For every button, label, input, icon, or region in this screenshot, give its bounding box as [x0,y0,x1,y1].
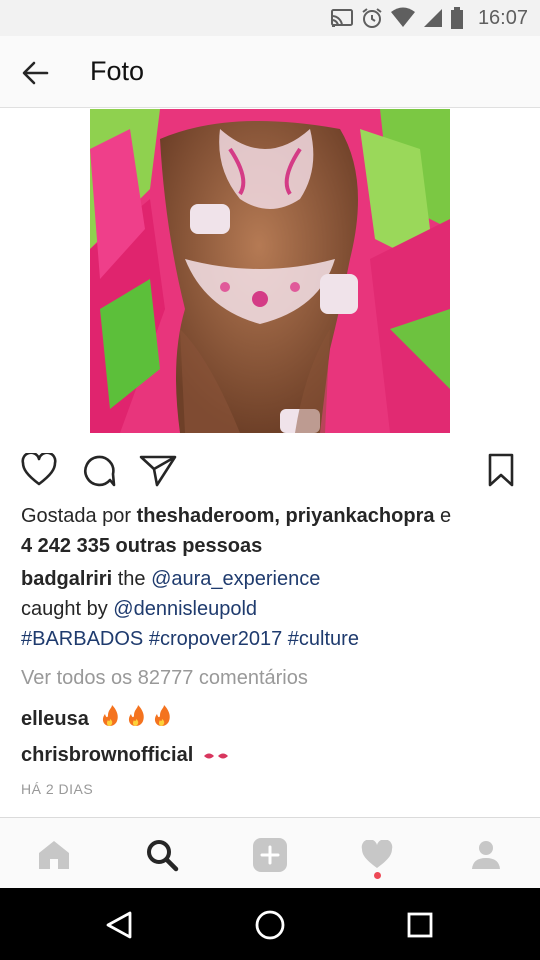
cast-icon [330,8,354,28]
post-photo[interactable] [90,109,450,433]
search-icon [147,840,179,872]
caption-line-1: badgalriri the @aura_experience [21,566,320,592]
bookmark-button[interactable] [481,450,521,490]
fire-emoji-icon [100,704,172,735]
notification-dot [374,872,381,879]
share-icon [139,455,177,487]
view-all-comments-link[interactable]: Ver todos os 82777 comentários [21,665,308,691]
heart-icon [21,453,57,486]
add-icon [253,838,287,872]
nav-home[interactable] [31,832,77,878]
likes-prefix: Gostada por [21,505,137,527]
comment-row: chrisbrownofficial [21,742,229,769]
likes-count[interactable]: 4 242 335 outras pessoas [21,533,262,559]
comment-row: elleusa [21,704,172,735]
caption-mention-2[interactable]: @dennisleupold [113,598,257,620]
alarm-icon [360,6,384,30]
arrow-left-icon [22,61,49,85]
system-nav-bar [0,888,540,960]
home-circle-icon [255,910,285,940]
comment-icon [84,455,116,487]
nav-search[interactable] [139,832,185,878]
nav-add[interactable] [247,832,293,878]
recents-square-icon [407,912,433,938]
comment-button[interactable] [78,450,118,490]
system-back-button[interactable] [100,906,138,944]
post-timestamp: HÁ 2 DIAS [21,781,94,797]
back-button[interactable] [18,56,52,90]
likes-users[interactable]: theshaderoom, priyankachopra [137,505,435,527]
share-button[interactable] [138,450,178,490]
status-bar: 16:07 [0,0,540,36]
bookmark-icon [488,453,514,487]
caption-mention-1[interactable]: @aura_experience [151,568,320,590]
caption-username[interactable]: badgalriri [21,568,112,590]
battery-icon [450,6,464,30]
system-recents-button[interactable] [401,906,439,944]
lips-emoji-icon [203,743,229,769]
caption-line-2: caught by @dennisleupold [21,596,257,622]
nav-profile[interactable] [463,832,509,878]
signal-icon [422,7,444,29]
page-title: Foto [90,56,145,86]
likes-line: Gostada por theshaderoom, priyankachopra… [21,503,451,529]
back-triangle-icon [106,911,132,939]
comment-username[interactable]: elleusa [21,708,89,730]
activity-heart-icon [361,840,393,868]
status-icons: 16:07 [330,0,528,36]
app-header: Foto [0,36,540,108]
bottom-nav [0,817,540,888]
wifi-icon [390,7,416,29]
caption-text-2: caught by [21,598,114,620]
system-home-button[interactable] [251,906,289,944]
caption-hashtags[interactable]: #BARBADOS #cropover2017 #culture [21,626,359,652]
likes-joiner: e [434,505,452,527]
action-row [0,448,540,492]
caption-text-1: the [112,568,152,590]
profile-icon [472,841,500,869]
comment-username[interactable]: chrisbrownofficial [21,744,193,766]
status-time: 16:07 [477,6,528,29]
like-button[interactable] [19,450,59,490]
home-icon [39,841,69,869]
photo-area [0,109,540,433]
